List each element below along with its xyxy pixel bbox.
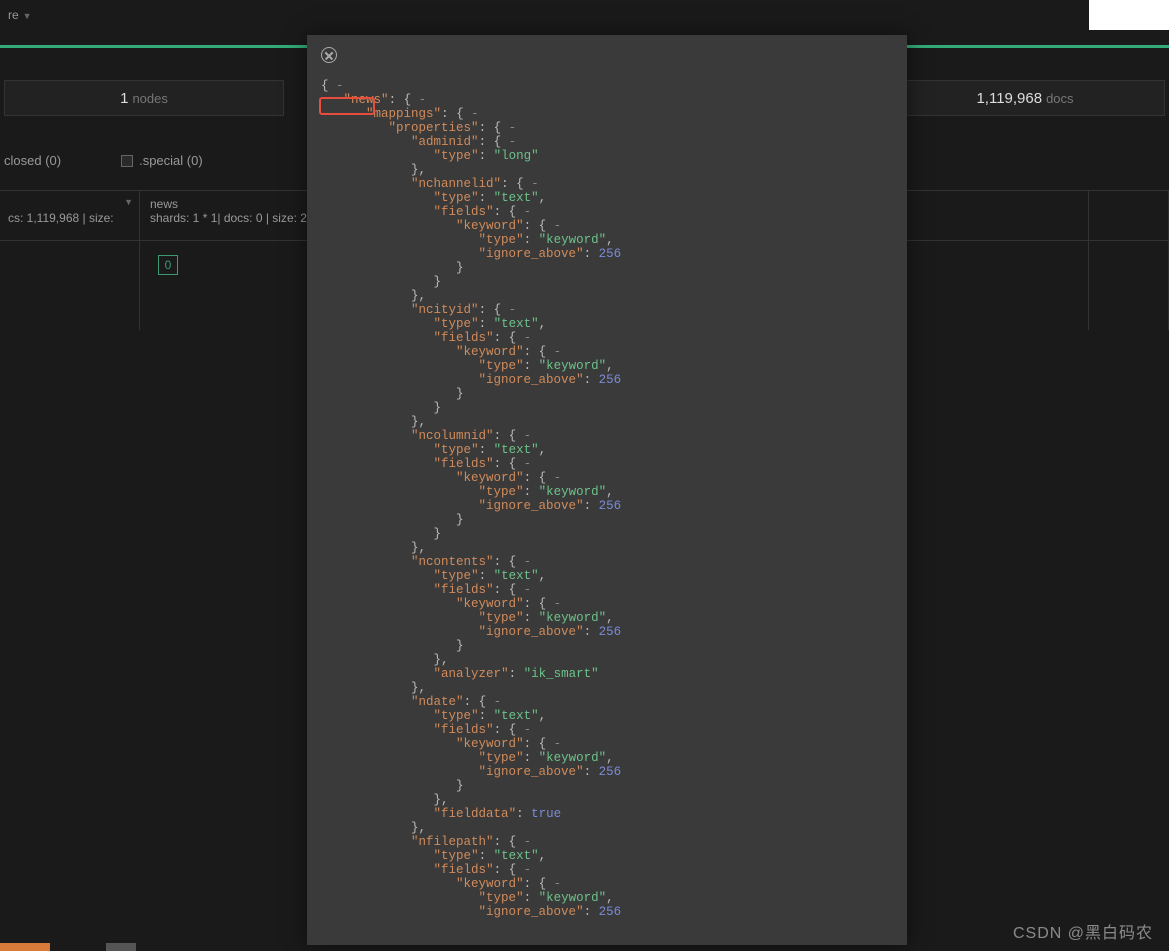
summary-text: cs: 1,119,968 | size: bbox=[8, 211, 114, 225]
filter-special-label: .special (0) bbox=[139, 153, 203, 168]
corner-patch bbox=[1089, 0, 1169, 30]
nodes-label: nodes bbox=[132, 91, 167, 106]
close-icon[interactable] bbox=[321, 47, 337, 63]
summary-cell[interactable]: ▼ cs: 1,119,968 | size: bbox=[0, 191, 140, 240]
dropdown-trigger[interactable]: re ▼ bbox=[8, 8, 32, 22]
top-bar: re ▼ bbox=[0, 0, 1169, 30]
docs-label: docs bbox=[1046, 91, 1073, 106]
right-cell bbox=[1089, 191, 1169, 240]
docs-count: 1,119,968 bbox=[976, 90, 1042, 107]
bottom-tabs bbox=[0, 943, 144, 951]
tab-grey[interactable] bbox=[106, 943, 136, 951]
tab-orange[interactable] bbox=[0, 943, 50, 951]
filter-closed-label: closed (0) bbox=[4, 153, 61, 168]
chevron-down-icon[interactable]: ▼ bbox=[124, 197, 133, 207]
nodes-count: 1 bbox=[120, 90, 128, 107]
json-viewer[interactable]: { - "news": { - "mappings": { - "propert… bbox=[307, 75, 907, 923]
shard-badge[interactable]: 0 bbox=[158, 255, 178, 275]
docs-stat[interactable]: 1,119,968 docs bbox=[885, 80, 1165, 116]
filter-special[interactable]: .special (0) bbox=[121, 153, 203, 168]
right-cell bbox=[1089, 241, 1169, 330]
mapping-modal: { - "news": { - "mappings": { - "propert… bbox=[307, 35, 907, 945]
checkbox-icon[interactable] bbox=[121, 155, 133, 167]
chevron-down-icon: ▼ bbox=[23, 11, 32, 21]
empty-cell bbox=[0, 241, 140, 330]
nodes-stat[interactable]: 1 nodes bbox=[4, 80, 284, 116]
modal-header bbox=[307, 35, 907, 75]
filter-closed[interactable]: closed (0) bbox=[4, 153, 61, 168]
dropdown-label: re bbox=[8, 8, 19, 22]
watermark: CSDN @黑白码农 bbox=[1013, 919, 1153, 943]
